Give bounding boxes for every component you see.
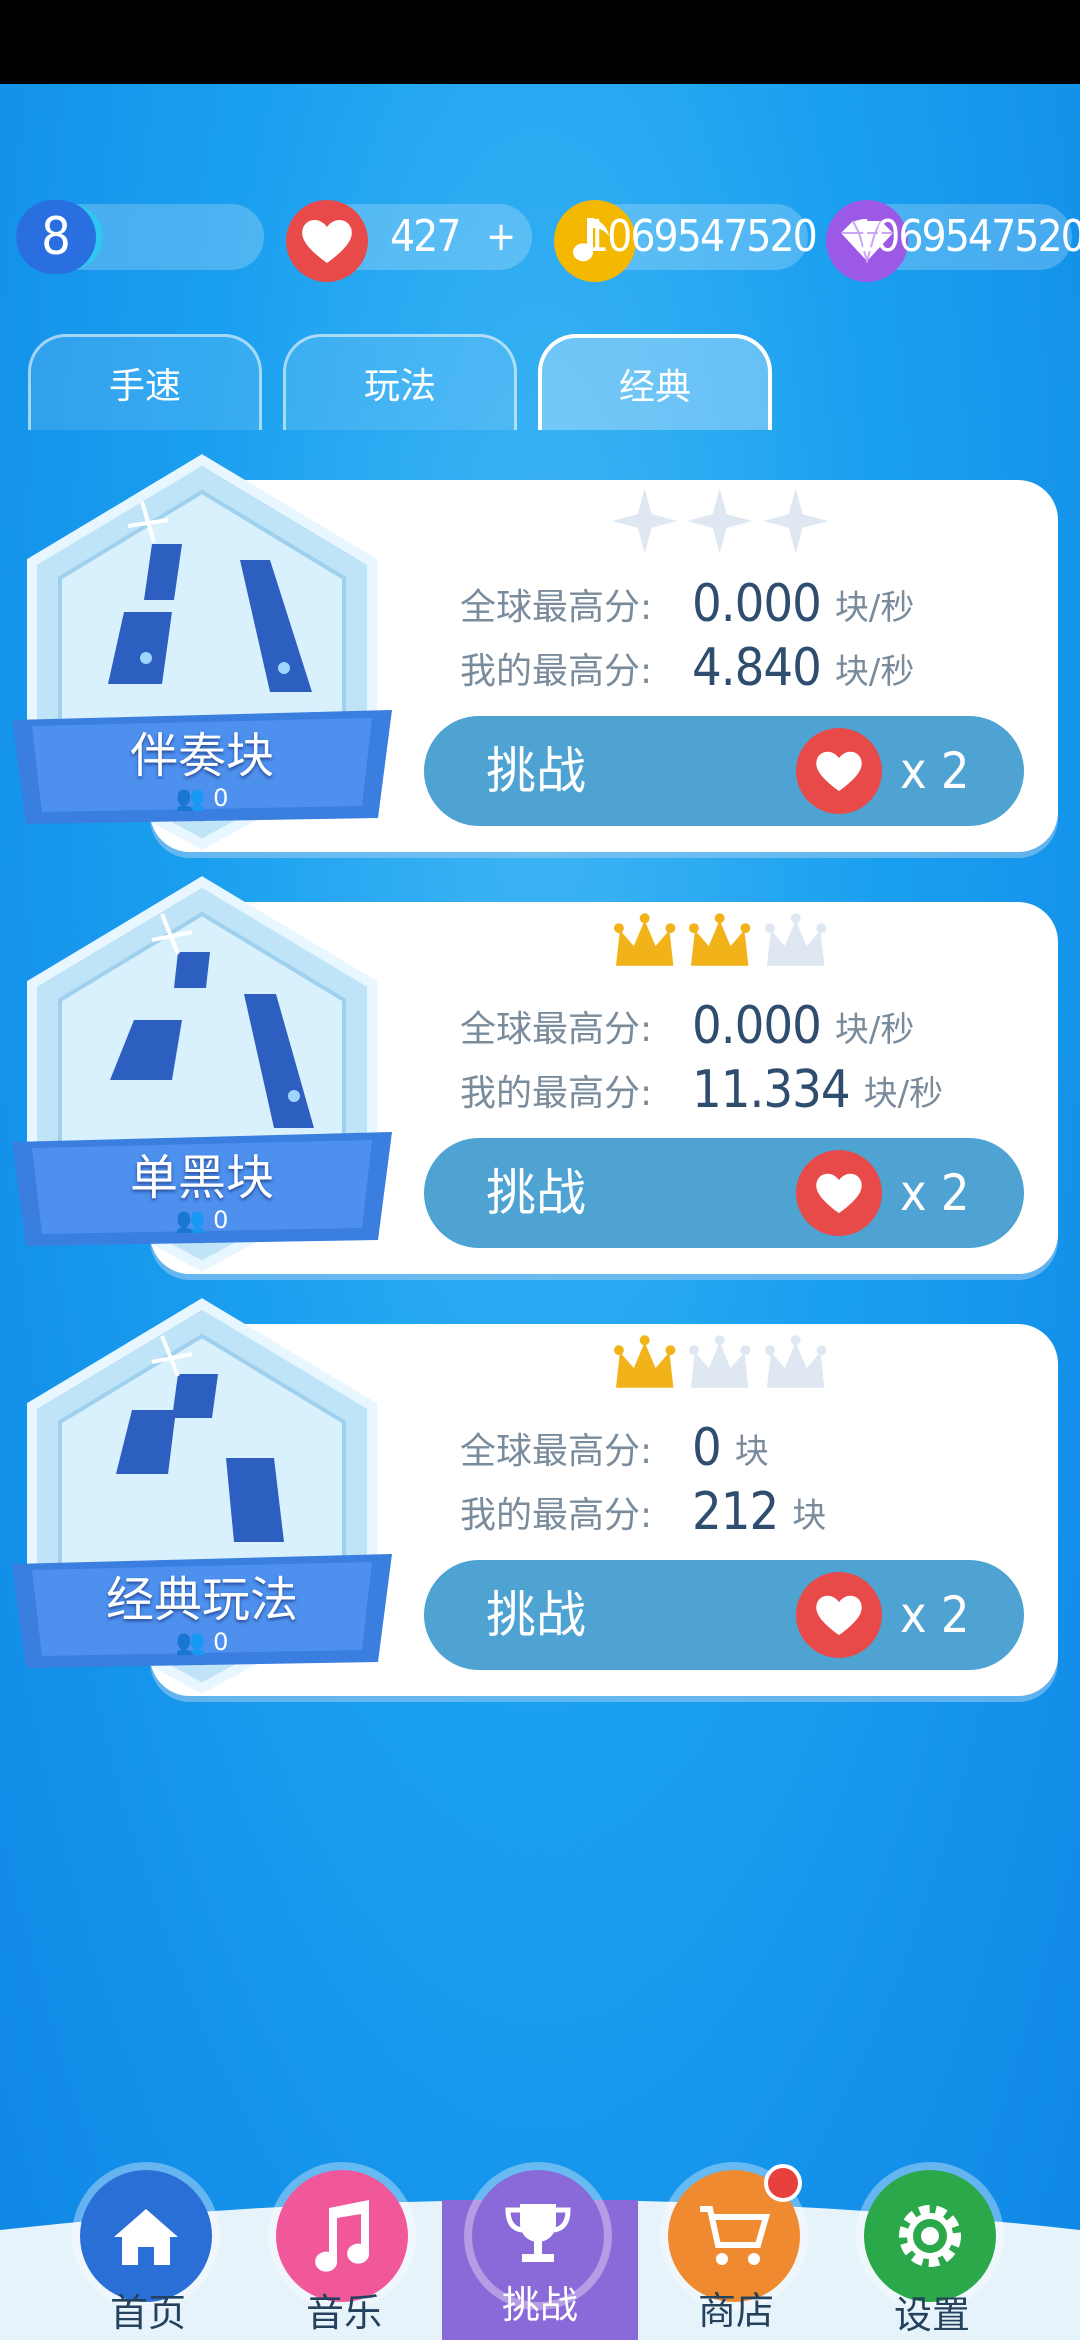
heart-icon (796, 1572, 882, 1658)
challenge-label: 挑战 (486, 1586, 586, 1644)
heart-cost: x 2 (900, 1164, 970, 1222)
nav-settings[interactable]: 设置 (834, 2170, 1030, 2340)
nav-challenge[interactable]: 挑战 (442, 2170, 638, 2340)
challenge-button[interactable]: 挑战 x 2 (424, 1138, 1024, 1248)
nav-label-shop: 商店 (697, 2289, 774, 2333)
player-count-value: 0 (213, 1628, 229, 1656)
global-best-row: 全球最高分: 0.000 块/秒 (460, 572, 914, 636)
my-best-unit: 块/秒 (834, 651, 915, 692)
heart-icon (796, 728, 882, 814)
crown-icon (613, 913, 676, 966)
player-count: 👥 0 (12, 784, 392, 812)
gear-icon (864, 2170, 996, 2302)
global-best-row: 全球最高分: 0 块 (460, 1416, 769, 1480)
tab-gameplay[interactable]: 玩法 (283, 334, 517, 430)
diamonds-count: 1069547520 (852, 211, 1080, 262)
players-icon: 👥 (175, 1628, 206, 1656)
crown-icon (689, 913, 751, 966)
status-bar (0, 0, 1080, 84)
my-best-row: 我的最高分: 4.840 块/秒 (460, 636, 914, 700)
empty-crown-icon (689, 1335, 751, 1388)
my-best-row: 我的最高分: 212 块 (460, 1480, 826, 1544)
add-hearts-button[interactable]: + (486, 204, 516, 270)
mode-name: 伴奏块 (129, 728, 274, 784)
my-best-row: 我的最高分: 11.334 块/秒 (460, 1058, 943, 1122)
mode-badge-accompaniment[interactable]: 伴奏块 👥 0 (12, 452, 392, 852)
challenge-label: 挑战 (486, 742, 586, 800)
empty-star-icon (611, 488, 678, 554)
bottom-nav: 首页 音乐 挑战 商店 设置 (0, 2164, 1080, 2340)
heart-cost: x 2 (900, 1586, 970, 1644)
notes-count: 1069547520 (584, 211, 818, 262)
players-icon: 👥 (175, 784, 206, 812)
empty-star-icon (762, 488, 829, 554)
challenge-label: 挑战 (486, 1164, 586, 1222)
challenge-button[interactable]: 挑战 x 2 (424, 1560, 1024, 1670)
tab-classic[interactable]: 经典 (538, 334, 772, 430)
player-count-value: 0 (213, 784, 229, 812)
my-best-label: 我的最高分: (460, 1073, 653, 1114)
star-rating (610, 908, 830, 980)
heart-icon (796, 1150, 882, 1236)
global-best-unit: 块/秒 (834, 1009, 915, 1050)
global-best-unit: 块 (734, 1431, 769, 1472)
my-best-unit: 块/秒 (863, 1073, 944, 1114)
notification-dot (764, 2164, 802, 2202)
player-count: 👥 0 (12, 1628, 392, 1656)
challenge-button[interactable]: 挑战 x 2 (424, 716, 1024, 826)
hearts-count: 427 (390, 211, 462, 262)
global-best-label: 全球最高分: (460, 1009, 653, 1050)
global-best-label: 全球最高分: (460, 1431, 653, 1472)
resource-bar: 8 427 + 1069547520 1069547520 (0, 200, 1080, 282)
tab-speed[interactable]: 手速 (28, 334, 262, 430)
my-best-label: 我的最高分: (460, 651, 653, 692)
heart-icon (286, 200, 368, 282)
star-rating (610, 1330, 830, 1402)
my-best-label: 我的最高分: (460, 1495, 653, 1536)
my-best-value: 11.334 (692, 1060, 851, 1120)
nav-shop[interactable]: 商店 (638, 2164, 834, 2340)
nav-label-music: 音乐 (305, 2291, 382, 2335)
nav-label-settings: 设置 (893, 2293, 970, 2337)
player-count-value: 0 (213, 1206, 229, 1234)
mode-name: 单黑块 (129, 1150, 274, 1206)
player-count: 👥 0 (12, 1206, 392, 1234)
empty-crown-icon (764, 913, 827, 966)
my-best-unit: 块 (792, 1495, 827, 1536)
players-icon: 👥 (175, 1206, 206, 1234)
mode-badge-single-black[interactable]: 单黑块 👥 0 (12, 874, 392, 1274)
nav-label-challenge: 挑战 (501, 2283, 578, 2327)
crown-icon (613, 1335, 676, 1388)
global-best-unit: 块/秒 (834, 587, 915, 628)
nav-music[interactable]: 音乐 (246, 2170, 442, 2340)
global-best-value: 0.000 (692, 996, 822, 1056)
global-best-value: 0.000 (692, 574, 822, 634)
global-best-label: 全球最高分: (460, 587, 653, 628)
global-best-row: 全球最高分: 0.000 块/秒 (460, 994, 914, 1058)
my-best-value: 212 (692, 1482, 779, 1542)
nav-home[interactable]: 首页 (50, 2170, 246, 2340)
empty-star-icon (687, 488, 753, 554)
mode-name: 经典玩法 (105, 1572, 298, 1628)
empty-crown-icon (764, 1335, 827, 1388)
star-rating (610, 486, 830, 558)
mode-badge-classic[interactable]: 经典玩法 👥 0 (12, 1296, 392, 1696)
level-badge: 8 (16, 200, 96, 274)
my-best-value: 4.840 (692, 638, 822, 698)
nav-label-home: 首页 (109, 2291, 186, 2335)
heart-cost: x 2 (900, 742, 970, 800)
global-best-value: 0 (692, 1418, 722, 1478)
